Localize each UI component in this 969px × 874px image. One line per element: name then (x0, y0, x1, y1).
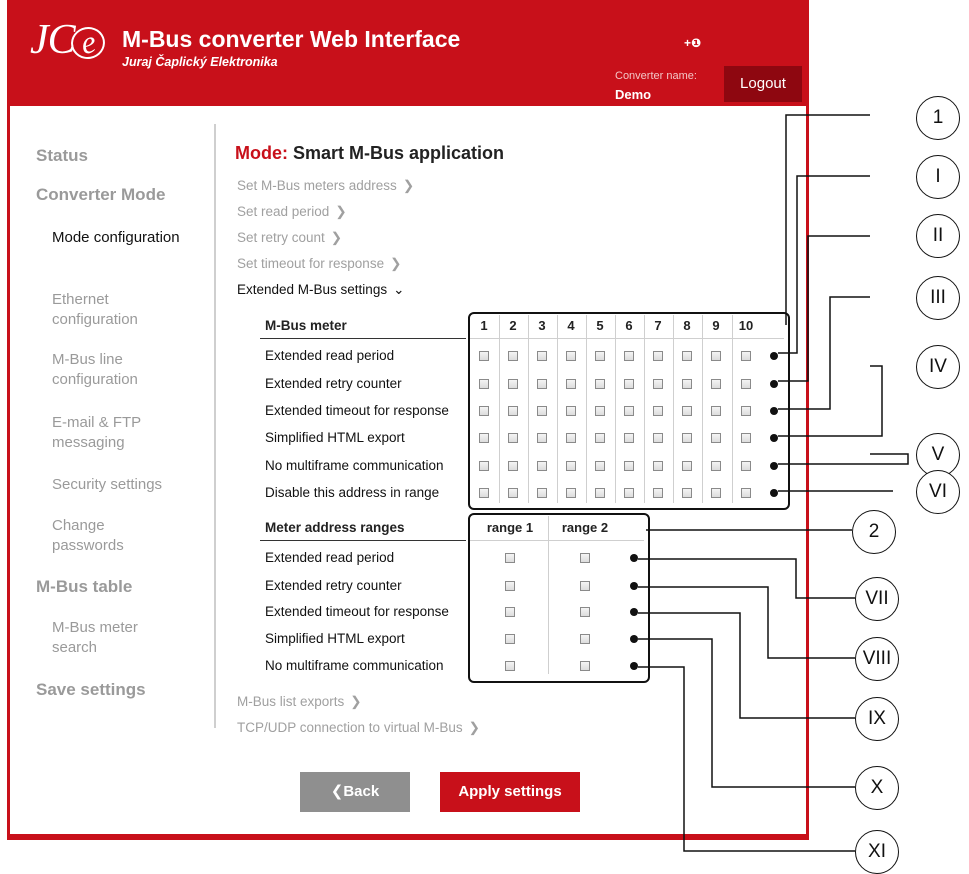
callout-leader-lines (638, 114, 909, 852)
callout-XI: XI (855, 830, 899, 874)
callout-II: II (916, 214, 960, 258)
callout-VII: VII (855, 577, 899, 621)
callout-X: X (855, 766, 899, 810)
callout-IX: IX (855, 697, 899, 741)
callout-2: 2 (852, 510, 896, 554)
callout-1: 1 (916, 96, 960, 140)
callout-IV: IV (916, 345, 960, 389)
callout-III: III (916, 276, 960, 320)
callout-VIII: VIII (855, 637, 899, 681)
callout-I: I (916, 155, 960, 199)
callout-VI: VI (916, 470, 960, 514)
